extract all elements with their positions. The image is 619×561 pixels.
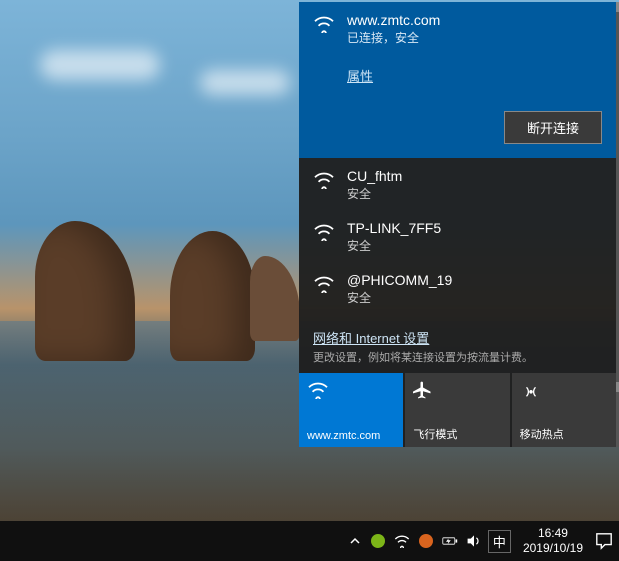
tile-label: 飞行模式 bbox=[413, 426, 501, 442]
ime-indicator[interactable]: 中 bbox=[488, 530, 511, 553]
network-ssid: CU_fhtm bbox=[347, 168, 402, 184]
network-settings-section: 网络和 Internet 设置 更改设置，例如将某连接设置为按流量计费。 bbox=[299, 323, 616, 373]
network-ssid: TP-LINK_7FF5 bbox=[347, 220, 441, 236]
quick-action-tiles: www.zmtc.com 飞行模式 移动热点 bbox=[299, 373, 616, 447]
taskbar: 中 16:49 2019/10/19 bbox=[0, 521, 619, 561]
rock bbox=[170, 231, 255, 361]
airplane-icon bbox=[413, 379, 501, 401]
wifi-icon bbox=[313, 275, 335, 293]
hotspot-icon bbox=[520, 379, 608, 401]
network-item[interactable]: CU_fhtm 安全 bbox=[299, 158, 616, 210]
network-ssid: @PHICOMM_19 bbox=[347, 272, 452, 288]
tray-app-icon[interactable] bbox=[370, 533, 386, 549]
battery-icon[interactable] bbox=[442, 533, 458, 549]
network-item[interactable]: TP-LINK_7FF5 安全 bbox=[299, 210, 616, 262]
network-settings-description: 更改设置，例如将某连接设置为按流量计费。 bbox=[313, 349, 602, 365]
network-status: 已连接，安全 bbox=[347, 29, 440, 46]
properties-link[interactable]: 属性 bbox=[347, 69, 373, 84]
clock-time: 16:49 bbox=[523, 526, 583, 541]
tile-label: 移动热点 bbox=[520, 426, 608, 442]
tile-wifi[interactable]: www.zmtc.com bbox=[299, 373, 403, 447]
network-list: www.zmtc.com 已连接，安全 属性 断开连接 CU_fhtm 安全 bbox=[299, 2, 616, 323]
tile-airplane-mode[interactable]: 飞行模式 bbox=[405, 373, 509, 447]
network-item-connected[interactable]: www.zmtc.com 已连接，安全 属性 断开连接 bbox=[299, 2, 616, 158]
tile-mobile-hotspot[interactable]: 移动热点 bbox=[512, 373, 616, 447]
action-center-icon[interactable] bbox=[595, 532, 613, 550]
cloud bbox=[40, 50, 160, 80]
wifi-flyout-panel: www.zmtc.com 已连接，安全 属性 断开连接 CU_fhtm 安全 bbox=[299, 2, 616, 447]
volume-icon[interactable] bbox=[466, 533, 482, 549]
wifi-icon bbox=[313, 171, 335, 189]
wifi-icon bbox=[313, 15, 335, 33]
wifi-icon bbox=[307, 379, 395, 401]
network-status: 安全 bbox=[347, 289, 452, 306]
network-ssid: www.zmtc.com bbox=[347, 12, 440, 28]
network-item[interactable]: @PHICOMM_19 安全 bbox=[299, 262, 616, 314]
clock[interactable]: 16:49 2019/10/19 bbox=[517, 526, 589, 556]
network-settings-link[interactable]: 网络和 Internet 设置 bbox=[313, 331, 429, 346]
disconnect-button[interactable]: 断开连接 bbox=[504, 111, 602, 144]
network-status: 安全 bbox=[347, 237, 441, 254]
rock bbox=[250, 256, 300, 341]
wifi-tray-icon[interactable] bbox=[394, 533, 410, 549]
tray-app-icon[interactable] bbox=[418, 533, 434, 549]
tray-overflow-button[interactable] bbox=[346, 532, 364, 550]
tile-label: www.zmtc.com bbox=[307, 430, 395, 442]
wifi-icon bbox=[313, 223, 335, 241]
cloud bbox=[200, 70, 290, 95]
network-item[interactable]: ChinaNet-KhbC 安全 bbox=[299, 314, 616, 323]
network-status: 安全 bbox=[347, 185, 402, 202]
clock-date: 2019/10/19 bbox=[523, 541, 583, 556]
system-tray bbox=[370, 533, 482, 549]
rock bbox=[35, 221, 135, 361]
